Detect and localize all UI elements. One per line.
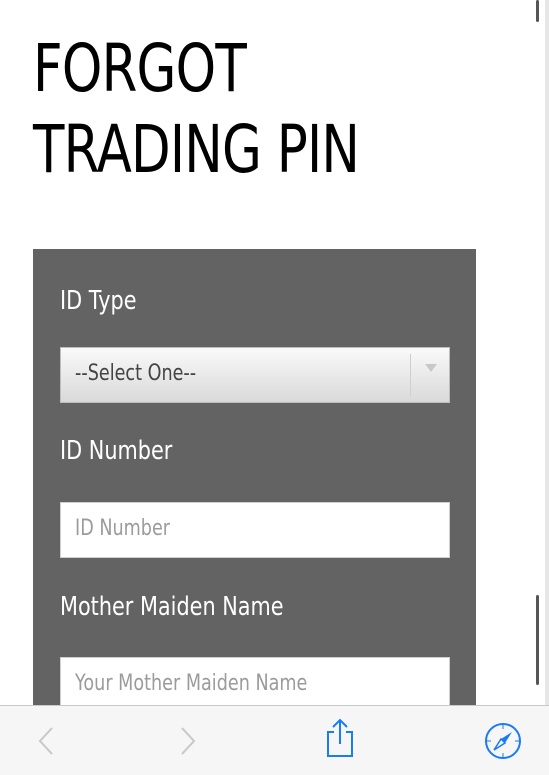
id-type-label: ID Type (60, 286, 137, 316)
page-title-line-1: FORGOT (33, 30, 247, 107)
chevron-left-icon (38, 727, 53, 755)
bookmarks-compass-button[interactable] (484, 722, 522, 760)
forgot-pin-form: ID Type --Select One-- ID Number ID Numb… (33, 249, 476, 713)
page-right-edge (545, 0, 549, 705)
forward-button[interactable] (170, 724, 204, 758)
browser-toolbar (0, 705, 549, 775)
scrollbar-thumb[interactable] (536, 595, 539, 685)
mother-maiden-name-label: Mother Maiden Name (60, 592, 284, 622)
scrollbar-top-indicator[interactable] (536, 0, 539, 22)
id-type-select[interactable]: --Select One-- (60, 347, 450, 403)
back-button[interactable] (30, 724, 64, 758)
chevron-down-icon (425, 364, 437, 372)
page-title: FORGOT TRADING PIN (33, 28, 501, 190)
chevron-right-icon (181, 727, 196, 755)
share-icon (327, 718, 353, 757)
id-number-label: ID Number (60, 436, 173, 466)
id-type-selected-value: --Select One-- (75, 361, 197, 386)
share-button[interactable] (323, 718, 357, 758)
id-number-input[interactable]: ID Number (60, 502, 450, 558)
id-number-placeholder: ID Number (75, 516, 171, 541)
compass-icon (485, 723, 521, 759)
page-title-line-2: TRADING PIN (33, 111, 360, 188)
mother-maiden-name-placeholder: Your Mother Maiden Name (75, 671, 308, 696)
select-divider (410, 354, 411, 396)
